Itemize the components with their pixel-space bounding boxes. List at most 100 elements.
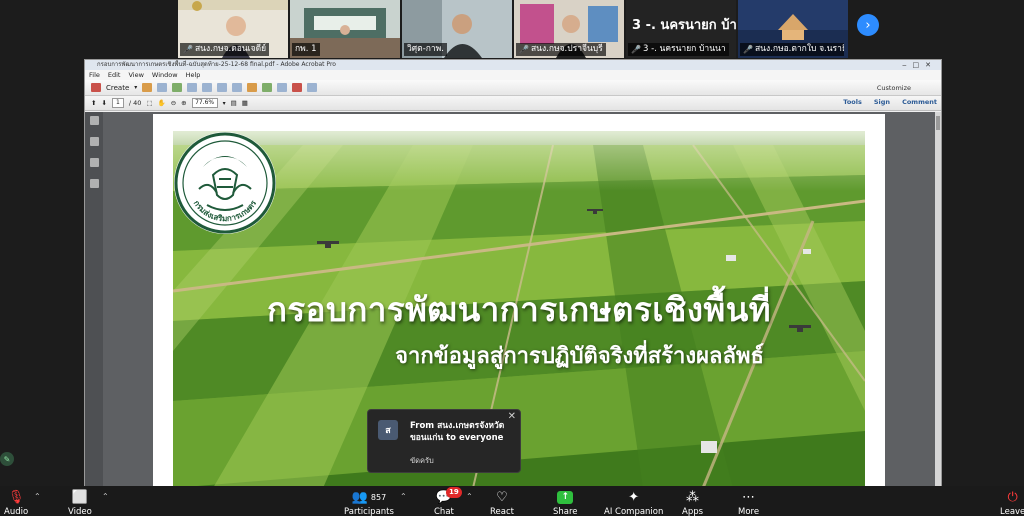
previous-page-icon[interactable]: ⬆ bbox=[91, 99, 96, 107]
more-button[interactable]: ⋯ More bbox=[738, 489, 759, 516]
menu-view[interactable]: View bbox=[128, 70, 143, 80]
zoom-in-icon[interactable]: ⊕ bbox=[181, 99, 186, 107]
sparkle-icon: ✦ bbox=[628, 489, 640, 505]
ai-companion-button[interactable]: ✦ AI Companion bbox=[604, 489, 663, 516]
zoom-out-icon[interactable]: ⊖ bbox=[171, 99, 176, 107]
participant-tile[interactable]: 🎤 สนง.กษจ.ปราจีนบุรี bbox=[514, 0, 624, 58]
window-title: กรอบการพัฒนาการเกษตรเชิงพื้นที่-ฉบับสุดท… bbox=[97, 61, 336, 68]
participant-tile-no-video[interactable]: 3 -. นครนายก บ้า... 🎤3 -. นครนายก บ้านนา bbox=[626, 0, 736, 58]
right-pane-tabs: Tools Sign Comment bbox=[843, 98, 937, 106]
video-button[interactable]: ⬜ Video bbox=[68, 489, 92, 516]
stamp-icon[interactable] bbox=[277, 83, 288, 92]
close-icon[interactable]: ✕ bbox=[508, 411, 516, 422]
acrobat-navigation-toolbar: ⬆ ⬇ 1 / 40 ⬚ ✋ ⊖ ⊕ 77.6% ▾ ▤ ▦ Tools Sig… bbox=[85, 96, 941, 111]
slide-subheadline: จากข้อมูลสู่การปฏิบัติจริงที่สร้างผลลัพธ… bbox=[395, 344, 764, 369]
participant-name-label: วิศุต-กาพ. bbox=[404, 43, 447, 56]
attachments-icon[interactable] bbox=[89, 158, 99, 167]
sign-icon[interactable] bbox=[292, 83, 303, 92]
department-seal-logo: กรมส่งเสริมการเกษตร bbox=[174, 132, 276, 234]
vertical-scrollbar[interactable] bbox=[935, 112, 941, 486]
hand-tool-icon[interactable]: ✋ bbox=[158, 99, 166, 107]
participant-display-name: 3 -. นครนายก บ้า... bbox=[632, 18, 736, 33]
page-total: / 40 bbox=[128, 99, 142, 107]
participant-name-label: 🎤 3 -. นครนายก บ้านนา bbox=[628, 43, 729, 56]
cloud-icon[interactable] bbox=[172, 83, 183, 92]
menu-help[interactable]: Help bbox=[186, 70, 201, 80]
edit-icon[interactable] bbox=[202, 83, 213, 92]
participant-name-label: 🎤 สนง.กษจ.ดอนเจดีย์ bbox=[180, 43, 270, 56]
participants-button[interactable]: 👥 857 Participants bbox=[344, 489, 394, 516]
settings-icon[interactable] bbox=[232, 83, 243, 92]
chevron-down-icon[interactable]: ▾ bbox=[134, 84, 137, 91]
tab-sign[interactable]: Sign bbox=[874, 98, 890, 106]
tab-comment[interactable]: Comment bbox=[902, 98, 937, 106]
heart-icon: ♡ bbox=[496, 489, 508, 505]
zoom-level-input[interactable]: 77.6% bbox=[191, 98, 218, 108]
share-button[interactable]: ↑ Share bbox=[553, 489, 578, 516]
chat-sender-line: From สนง.เกษตรจังหวัดขอนแก่น to everyone bbox=[410, 421, 505, 443]
navigation-pane bbox=[85, 112, 103, 486]
page-thumbnails-icon[interactable] bbox=[89, 116, 99, 125]
chevron-right-icon[interactable]: › bbox=[857, 14, 879, 36]
zoom-meeting-window: 🎤 สนง.กษจ.ดอนเจดีย์ กพ. 1 วิศุต-กาพ. 🎤 ส… bbox=[0, 0, 1024, 516]
participant-tile[interactable]: 🎤 สนง.กษจ.ดอนเจดีย์ bbox=[178, 0, 288, 58]
sender-avatar: ส bbox=[378, 420, 398, 440]
more-dots-icon: ⋯ bbox=[742, 489, 756, 505]
fit-page-icon[interactable]: ▤ bbox=[231, 99, 237, 107]
menu-bar: File Edit View Window Help bbox=[85, 70, 941, 80]
menu-edit[interactable]: Edit bbox=[108, 70, 121, 80]
chat-unread-badge: 19 bbox=[446, 487, 462, 498]
chat-button[interactable]: 💬 19 Chat bbox=[434, 487, 462, 516]
scrollbar-thumb[interactable] bbox=[936, 116, 940, 130]
participant-tile[interactable]: กพ. 1 bbox=[290, 0, 400, 58]
menu-window[interactable]: Window bbox=[152, 70, 178, 80]
window-title-bar: กรอบการพัฒนาการเกษตรเชิงพื้นที่-ฉบับสุดท… bbox=[85, 60, 941, 70]
participant-name-label: 🎤 สนง.กษจ.ปราจีนบุรี bbox=[516, 43, 606, 56]
next-page-icon[interactable]: ⬇ bbox=[101, 99, 106, 107]
mic-muted-icon: 🎤 bbox=[743, 45, 753, 54]
annotate-pen-icon[interactable]: ✎ bbox=[0, 452, 14, 466]
highlight-icon[interactable] bbox=[262, 83, 273, 92]
apps-grid-icon: ⁂ bbox=[686, 489, 700, 505]
print-icon[interactable] bbox=[187, 83, 198, 92]
participant-name-label: กพ. 1 bbox=[292, 43, 320, 56]
attach-icon[interactable] bbox=[307, 83, 318, 92]
tab-tools[interactable]: Tools bbox=[843, 98, 862, 106]
apps-button[interactable]: ⁂ Apps bbox=[682, 489, 703, 516]
open-folder-icon[interactable] bbox=[142, 83, 153, 92]
meeting-controls-bar: 🎙 Audio ⌃ ⬜ Video ⌃ 👥 857 Participants ⌃ … bbox=[0, 486, 1024, 516]
full-screen-icon[interactable]: ▦ bbox=[242, 99, 248, 107]
customize-menu[interactable]: Customize bbox=[877, 84, 911, 92]
chat-message-text: ขัดครับ bbox=[410, 456, 434, 465]
menu-file[interactable]: File bbox=[89, 70, 100, 80]
share-screen-icon: ↑ bbox=[557, 490, 574, 504]
save-icon[interactable] bbox=[157, 83, 168, 92]
create-button[interactable]: Create bbox=[106, 84, 129, 92]
window-controls[interactable]: ‒□✕ bbox=[902, 60, 937, 70]
react-button[interactable]: ♡ React bbox=[490, 489, 514, 516]
audio-button[interactable]: 🎙 Audio bbox=[4, 489, 28, 516]
participant-tile-active-speaker[interactable]: วิศุต-กาพ. bbox=[402, 0, 512, 58]
chevron-up-icon[interactable]: ⌃ bbox=[400, 492, 407, 501]
bookmarks-icon[interactable] bbox=[89, 137, 99, 146]
participants-icon: 👥 857 bbox=[351, 489, 387, 505]
page-number-input[interactable]: 1 bbox=[111, 98, 124, 108]
acrobat-main-toolbar: Create ▾ Customize bbox=[85, 80, 941, 96]
participant-tile[interactable]: 🎤สนง.กษอ.ตากใบ จ.นราธิวาส bbox=[738, 0, 848, 58]
layers-icon[interactable] bbox=[89, 179, 99, 188]
participant-strip: 🎤 สนง.กษจ.ดอนเจดีย์ กพ. 1 วิศุต-กาพ. 🎤 ส… bbox=[178, 0, 848, 58]
chat-notification[interactable]: ส From สนง.เกษตรจังหวัดขอนแก่น to everyo… bbox=[367, 409, 521, 473]
comment-icon[interactable] bbox=[247, 83, 258, 92]
chevron-up-icon[interactable]: ⌃ bbox=[34, 492, 41, 501]
chevron-up-icon[interactable]: ⌃ bbox=[466, 492, 473, 501]
leave-button[interactable]: ⏻ Leave bbox=[1000, 489, 1024, 516]
mic-muted-icon: 🎤 bbox=[631, 45, 641, 54]
chevron-up-icon[interactable]: ⌃ bbox=[102, 492, 109, 501]
mic-muted-icon: 🎤 bbox=[519, 45, 529, 54]
email-icon[interactable] bbox=[217, 83, 228, 92]
participant-name-label: 🎤สนง.กษอ.ตากใบ จ.นราธิวาส bbox=[740, 43, 844, 56]
select-tool-icon[interactable]: ⬚ bbox=[146, 99, 152, 107]
mic-muted-icon: 🎙 bbox=[7, 489, 25, 505]
chevron-down-icon[interactable]: ▾ bbox=[223, 100, 226, 107]
leave-icon: ⏻ bbox=[1007, 489, 1018, 505]
